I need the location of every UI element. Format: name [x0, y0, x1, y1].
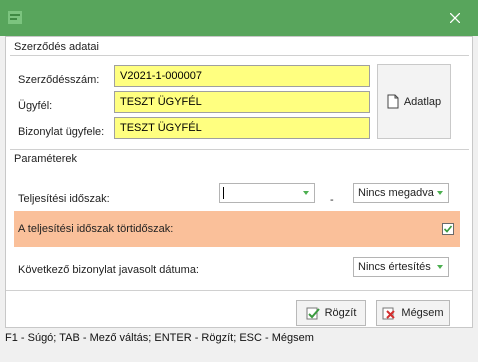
next-receipt-date-value: Nincs értesítés: [358, 261, 431, 273]
dialog-body: Szerződés adatai Szerződésszám: V2021-1-…: [5, 36, 473, 328]
next-receipt-date-combo[interactable]: Nincs értesítés: [353, 257, 449, 277]
save-button[interactable]: Rögzít: [296, 300, 366, 326]
datasheet-button-label: Adatlap: [403, 95, 442, 108]
text-caret: [223, 187, 224, 199]
status-bar-hint: F1 - Súgó; TAB - Mező váltás; ENTER - Rö…: [5, 332, 314, 344]
receipt-customer-label: Bizonylat ügyfele:: [18, 126, 105, 138]
check-mark-icon: [443, 225, 453, 233]
range-separator: -: [330, 194, 334, 206]
cancel-x-icon: [382, 307, 396, 320]
chevron-down-icon: [437, 265, 443, 269]
cancel-button-label: Mégsem: [401, 307, 444, 319]
historical-period-row: A teljesítési időszak törtidőszak:: [14, 211, 460, 247]
fulfillment-period-from-combo[interactable]: [219, 183, 315, 203]
historical-period-checkbox[interactable]: [442, 223, 454, 235]
save-button-label: Rögzít: [324, 307, 357, 319]
close-button[interactable]: [432, 0, 478, 36]
next-receipt-date-label: Következő bizonylat javasolt dátuma:: [18, 264, 199, 276]
app-icon: [8, 11, 22, 24]
footer-divider: [6, 290, 472, 291]
cancel-button[interactable]: Mégsem: [376, 300, 450, 326]
contract-number-field[interactable]: V2021-1-000007: [114, 65, 370, 87]
customer-field[interactable]: TESZT ÜGYFÉL: [114, 91, 370, 113]
customer-label: Ügyfél:: [18, 100, 53, 112]
section-divider: [10, 149, 469, 150]
fulfillment-period-label: Teljesítési időszak:: [18, 193, 110, 205]
fulfillment-period-to-combo[interactable]: Nincs megadva: [353, 183, 449, 203]
chevron-down-icon: [303, 191, 309, 195]
datasheet-button[interactable]: Adatlap: [377, 64, 451, 139]
contract-section-title: Szerződés adatai: [14, 41, 99, 53]
historical-period-label: A teljesítési időszak törtidőszak:: [18, 223, 174, 235]
parameters-section-title: Paraméterek: [14, 153, 77, 165]
document-icon: [387, 94, 399, 109]
fulfillment-period-to-value: Nincs megadva: [358, 187, 434, 199]
receipt-customer-field[interactable]: TESZT ÜGYFÉL: [114, 117, 370, 139]
section-divider: [10, 55, 469, 56]
title-bar[interactable]: [0, 0, 478, 36]
contract-number-label: Szerződésszám:: [18, 74, 100, 86]
close-icon: [450, 13, 460, 23]
save-check-icon: [306, 307, 320, 320]
chevron-down-icon: [437, 191, 443, 195]
